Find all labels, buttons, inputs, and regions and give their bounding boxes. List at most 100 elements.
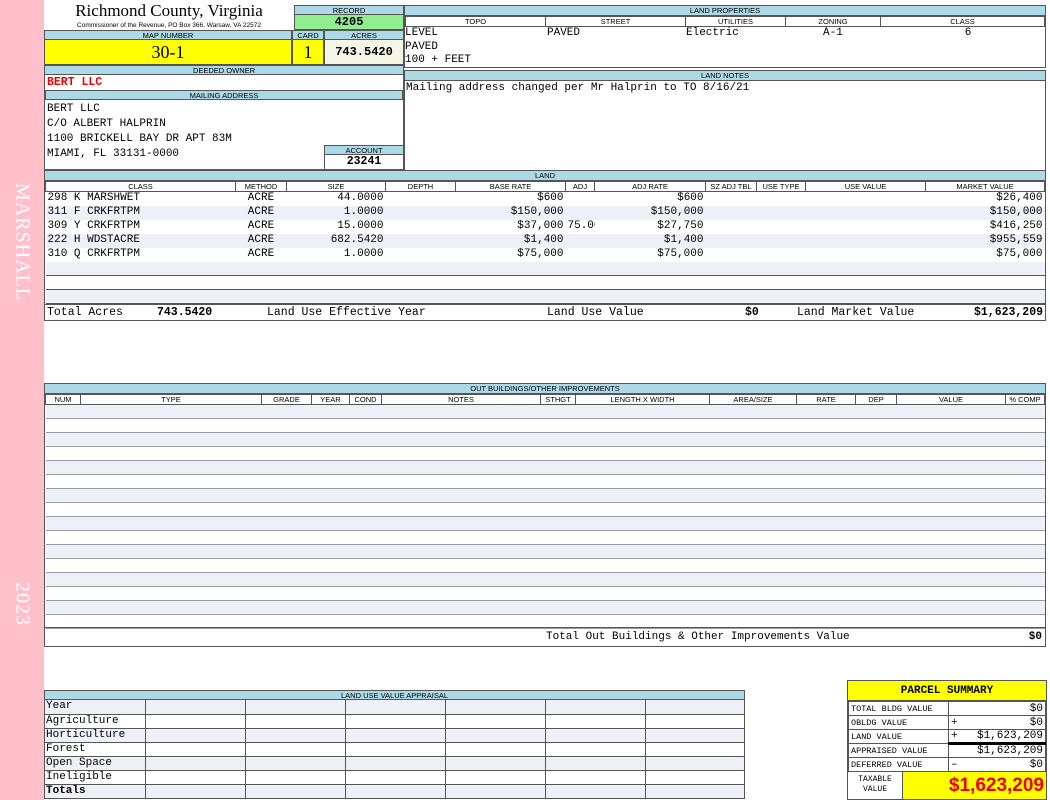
land-cell	[286, 275, 386, 290]
outbuilding-row[interactable]	[45, 502, 1045, 517]
land-use-cell[interactable]	[545, 756, 646, 771]
land-use-cell[interactable]	[445, 784, 546, 799]
col-topo: TOPO	[405, 16, 546, 27]
outbuilding-col-header: NUM	[45, 394, 81, 405]
card-value: 1	[292, 40, 324, 65]
outbuilding-empty-cell	[45, 516, 1045, 531]
summary-value: $0	[1029, 758, 1043, 771]
land-row[interactable]: 298 K MARSHWET ACRE 44.0000 $600 $600 $26,400	[46, 192, 1045, 206]
outbuilding-row[interactable]	[45, 404, 1045, 419]
land-use-cell[interactable]	[545, 728, 646, 743]
total-acres-label: Total Acres	[47, 306, 123, 319]
land-use-cell[interactable]	[545, 714, 646, 729]
land-use-cell[interactable]	[345, 700, 446, 715]
land-use-cell[interactable]	[345, 756, 446, 771]
address-line: C/O ALBERT HALPRIN	[47, 118, 166, 130]
outbuilding-empty-cell	[45, 488, 1045, 503]
land-col-header: USE VALUE	[805, 181, 926, 192]
land-cell	[706, 206, 757, 220]
land-use-cell[interactable]	[345, 784, 446, 799]
land-use-cell[interactable]	[645, 784, 745, 799]
outbuilding-row[interactable]	[45, 586, 1045, 601]
outbuilding-row[interactable]	[45, 558, 1045, 573]
land-use-cell[interactable]	[545, 700, 646, 715]
land-use-cell[interactable]	[345, 742, 446, 757]
land-use-cell[interactable]	[445, 728, 546, 743]
land-use-row: Agriculture	[44, 714, 745, 729]
land-use-cell[interactable]	[145, 742, 246, 757]
outbuilding-row[interactable]	[45, 488, 1045, 503]
land-col-header: SZ ADJ TBL	[705, 181, 757, 192]
land-use-cell[interactable]	[145, 714, 246, 729]
land-row[interactable]: 311 F CRKFRTPM ACRE 1.0000 $150,000 $150,000…	[45, 205, 1045, 220]
land-use-cell[interactable]	[245, 728, 346, 743]
land-use-cell[interactable]	[145, 770, 246, 785]
land-use-cell[interactable]	[445, 770, 546, 785]
land-use-cell[interactable]	[345, 770, 446, 785]
land-cell	[757, 234, 806, 248]
outbuilding-row[interactable]	[45, 600, 1045, 615]
land-use-cell[interactable]	[645, 770, 745, 785]
outbuilding-row[interactable]	[45, 446, 1045, 461]
land-use-cell[interactable]	[545, 770, 646, 785]
county-title: Richmond County, Virginia	[75, 1, 263, 20]
land-use-cell[interactable]	[445, 742, 546, 757]
land-cell: ACRE	[247, 220, 275, 232]
land-cell	[455, 261, 566, 276]
land-row[interactable]	[45, 261, 1045, 276]
land-use-cell[interactable]	[145, 756, 246, 771]
land-use-cell[interactable]	[245, 700, 346, 715]
land-cell: $1,400	[523, 234, 564, 246]
outbuilding-empty-cell	[45, 586, 1045, 601]
land-use-cell[interactable]	[445, 700, 546, 715]
utilities-value: Electric	[686, 27, 739, 39]
account-field: ACCOUNT 23241	[324, 145, 404, 170]
land-row[interactable]: 222 H WDSTACRE ACRE 682.5420 $1,400 $1,400 $9…	[45, 233, 1045, 248]
land-use-cell[interactable]	[145, 700, 246, 715]
land-cell	[705, 275, 757, 290]
land-use-cell[interactable]	[545, 742, 646, 757]
land-cell	[45, 289, 236, 304]
outbuilding-empty-cell	[45, 460, 1045, 475]
card-label: CARD	[292, 30, 324, 40]
land-use-cell[interactable]	[345, 728, 446, 743]
land-cell	[806, 248, 926, 262]
land-use-table: Year Agriculture Horticulture Forest Open Sp…	[44, 700, 745, 799]
land-use-cell[interactable]	[645, 700, 745, 715]
land-use-cell[interactable]	[245, 742, 346, 757]
land-use-cell[interactable]	[245, 756, 346, 771]
land-use-cell[interactable]	[445, 714, 546, 729]
land-use-cell[interactable]	[245, 784, 346, 799]
land-row[interactable]	[45, 275, 1045, 290]
outbuilding-row[interactable]	[45, 530, 1045, 545]
land-use-cell[interactable]	[545, 784, 646, 799]
land-col-header: DEPTH	[385, 181, 456, 192]
land-row[interactable]: 309 Y CRKFRTPM ACRE 15.0000 $37,00075.00 $27…	[46, 220, 1045, 234]
outbuilding-row[interactable]	[45, 516, 1045, 531]
land-use-cell[interactable]	[145, 728, 246, 743]
land-row[interactable]: 310 Q CRKFRTPM ACRE 1.0000 $75,000 $75,000 $7…	[46, 248, 1045, 262]
land-cell	[756, 275, 806, 290]
land-use-cell[interactable]	[145, 784, 246, 799]
land-cell	[565, 261, 595, 276]
outbuilding-row[interactable]	[45, 460, 1045, 475]
land-use-cell[interactable]	[245, 770, 346, 785]
outbuildings-table: NUM TYPE GRADE YEAR COND NOTES STHGT LENGTH X W…	[45, 394, 1045, 629]
outbuilding-row[interactable]	[45, 432, 1045, 447]
land-use-cell[interactable]	[645, 728, 745, 743]
land-row[interactable]	[45, 289, 1045, 304]
land-cell	[235, 275, 287, 290]
land-use-cell[interactable]	[645, 714, 745, 729]
land-cell	[594, 261, 706, 276]
outbuilding-row[interactable]	[45, 572, 1045, 587]
land-use-cell[interactable]	[345, 714, 446, 729]
taxable-value-label: TAXABLE VALUE	[848, 772, 903, 799]
outbuilding-row[interactable]	[45, 418, 1045, 433]
land-use-cell[interactable]	[645, 742, 745, 757]
outbuilding-row[interactable]	[45, 474, 1045, 489]
land-use-cell[interactable]	[245, 714, 346, 729]
outbuilding-row[interactable]	[45, 544, 1045, 559]
land-use-cell[interactable]	[645, 756, 745, 771]
land-cell	[806, 220, 926, 234]
land-use-cell[interactable]	[445, 756, 546, 771]
